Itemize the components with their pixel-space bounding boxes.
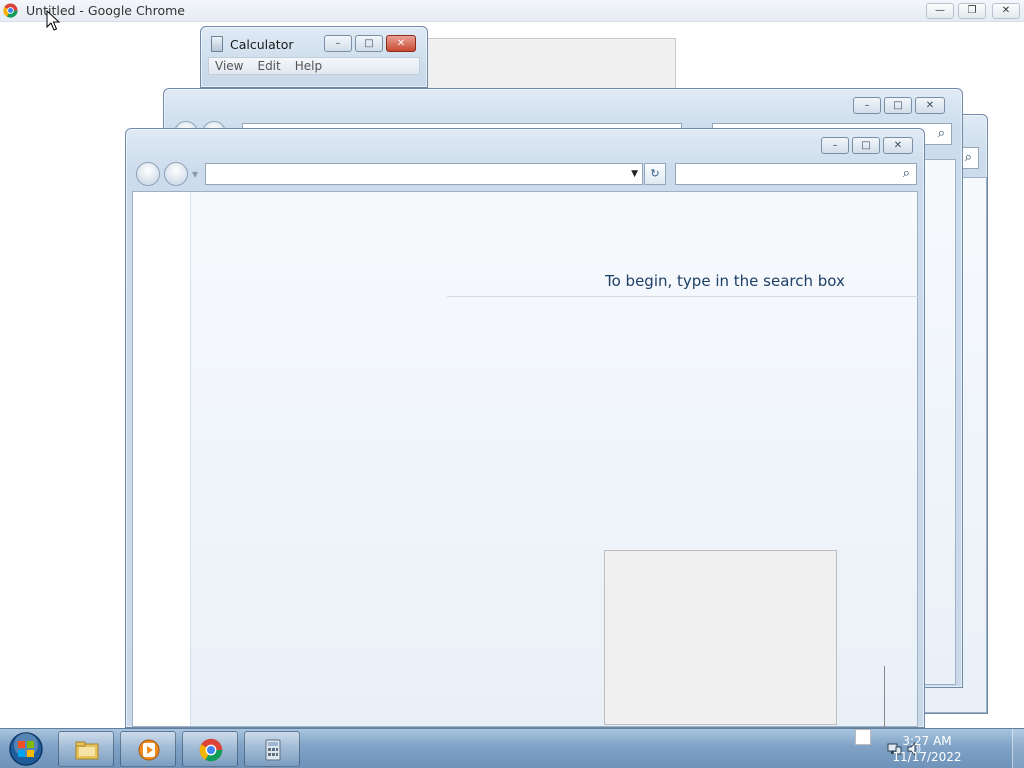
calculator-window[interactable]: Calculator – □ ✕ View Edit Help xyxy=(200,26,428,88)
calculator-close-button[interactable]: ✕ xyxy=(386,35,416,52)
menu-edit[interactable]: Edit xyxy=(257,58,280,74)
search-icon: ⌕ xyxy=(937,126,945,141)
calculator-title: Calculator xyxy=(230,37,294,52)
chrome-close-button[interactable]: ✕ xyxy=(992,3,1020,19)
chrome-restore-button[interactable]: ❐ xyxy=(958,3,986,19)
search-icon: ⌕ xyxy=(964,150,972,165)
explorer-close-button[interactable]: ✕ xyxy=(883,137,913,154)
menu-view[interactable]: View xyxy=(215,58,243,74)
refresh-button[interactable]: ↻ xyxy=(644,163,666,185)
blank-window-fragment xyxy=(427,38,676,88)
back-button[interactable] xyxy=(136,162,160,186)
menu-help[interactable]: Help xyxy=(295,58,322,74)
forward-button[interactable] xyxy=(164,162,188,186)
taskbar-google-chrome[interactable] xyxy=(182,731,238,767)
desktop: Untitled - Google Chrome — ❐ ✕ Calculato… xyxy=(0,0,1024,768)
recent-pages-dropdown-icon[interactable]: ▼ xyxy=(192,170,198,179)
mouse-cursor-icon xyxy=(46,10,60,31)
explorer-minimize-button[interactable]: – xyxy=(821,137,849,154)
clock-date[interactable]: 11/17/2022 xyxy=(887,750,967,764)
taskbar-windows-explorer[interactable] xyxy=(58,731,114,767)
calculator-maximize-button[interactable]: □ xyxy=(355,35,383,52)
address-dropdown-icon[interactable]: ▼ xyxy=(631,169,638,179)
calculator-icon xyxy=(265,739,281,761)
calculator-minimize-button[interactable]: – xyxy=(324,35,352,52)
search-hint-text: To begin, type in the search box xyxy=(605,272,845,290)
explorer-mid-close-button[interactable]: ✕ xyxy=(915,97,945,114)
calculator-menu-bar: View Edit Help xyxy=(208,57,420,75)
start-button-icon[interactable] xyxy=(6,731,46,767)
calculator-icon xyxy=(211,36,223,52)
search-input[interactable]: ⌕ xyxy=(675,163,917,185)
divider xyxy=(884,666,885,730)
clock-time[interactable]: 3:27 AM xyxy=(887,734,967,748)
address-bar[interactable]: ▼ xyxy=(205,163,643,185)
divider xyxy=(447,296,924,297)
navigation-pane[interactable] xyxy=(133,192,191,726)
system-tray: 3:27 AM 11/17/2022 xyxy=(874,729,1024,768)
taskbar-media-player[interactable] xyxy=(120,731,176,767)
search-icon[interactable]: ⌕ xyxy=(903,166,910,181)
blank-popup-fragment xyxy=(855,729,871,745)
folder-icon xyxy=(75,741,99,760)
chrome-logo-icon xyxy=(3,3,18,18)
media-player-icon xyxy=(138,739,160,761)
explorer-mid-minimize-button[interactable]: – xyxy=(853,97,881,114)
explorer-maximize-button[interactable]: □ xyxy=(852,137,880,154)
chrome-minimize-button[interactable]: — xyxy=(926,3,954,19)
chrome-icon xyxy=(199,738,223,762)
chrome-title-bar[interactable]: Untitled - Google Chrome — ❐ ✕ xyxy=(0,0,1024,22)
blank-window-fragment xyxy=(604,550,837,725)
show-desktop-button[interactable] xyxy=(1012,729,1024,768)
explorer-mid-maximize-button[interactable]: □ xyxy=(884,97,912,114)
taskbar-calculator[interactable] xyxy=(244,731,300,767)
